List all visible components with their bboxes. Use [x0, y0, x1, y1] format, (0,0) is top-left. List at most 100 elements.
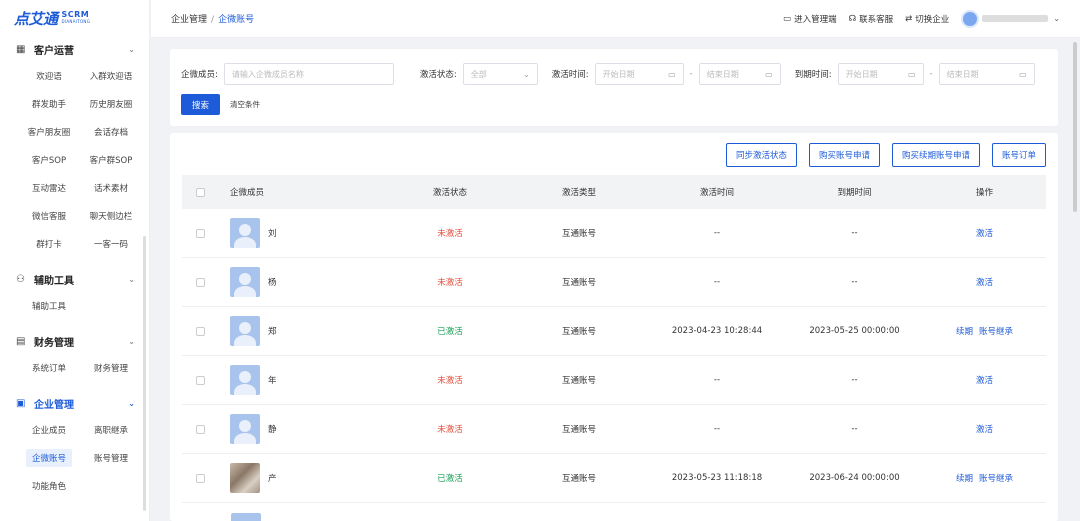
- col-activated: 激活时间: [699, 188, 734, 198]
- sidebar-item[interactable]: 企业成员: [18, 416, 80, 444]
- sidebar-item[interactable]: 辅助工具: [18, 292, 80, 320]
- username-redacted: [982, 15, 1049, 22]
- sidebar-item[interactable]: 账号管理: [80, 444, 142, 472]
- sidebar-item[interactable]: 企微账号: [18, 444, 80, 472]
- sidebar-item[interactable]: 互动雷达: [18, 174, 80, 202]
- status-badge: 未激活: [437, 229, 463, 239]
- user-menu[interactable]: ⌄: [961, 9, 1060, 28]
- activated-time: --: [713, 277, 721, 287]
- activated-time: --: [713, 228, 721, 238]
- activation-type: 互通账号: [561, 229, 596, 239]
- sidebar-item[interactable]: 历史朋友圈: [80, 90, 142, 118]
- activated-time: --: [713, 424, 721, 434]
- row-checkbox[interactable]: [195, 473, 205, 483]
- row-checkbox[interactable]: [195, 277, 205, 287]
- support-button[interactable]: ☊ 联系客服: [849, 13, 894, 25]
- breadcrumb-parent[interactable]: 企业管理: [171, 15, 207, 25]
- admin-entry-button[interactable]: ▭ 进入管理端: [783, 13, 837, 25]
- row-checkbox[interactable]: [195, 375, 205, 385]
- status-badge: 未激活: [437, 376, 463, 386]
- sidebar: 点艾通 SCRM DIANAITONG ▦ 客户运营 ⌄ 欢迎语 入群欢迎语 群发助手 历史…: [0, 0, 150, 521]
- row-action-link[interactable]: 激活: [976, 423, 993, 435]
- sidebar-item[interactable]: 聊天侧边栏: [80, 202, 142, 230]
- activate-end-date[interactable]: 结束日期 ▭: [698, 63, 781, 85]
- filter-panel: 企微成员: 请输入企微成员名称 激活状态: 全部 ⌄ 激活时间: 开始日期 ▭ …: [170, 49, 1058, 126]
- sidebar-group-3[interactable]: ▣ 企业管理 ⌄: [0, 390, 149, 416]
- member-name: 年: [268, 376, 277, 386]
- sidebar-item[interactable]: 功能角色: [18, 472, 80, 500]
- row-checkbox[interactable]: [195, 424, 205, 434]
- clear-filters-link[interactable]: 清空条件: [230, 99, 260, 110]
- grid-icon: ▦: [16, 43, 26, 55]
- row-checkbox[interactable]: [195, 326, 205, 336]
- logo: 点艾通 SCRM DIANAITONG: [0, 0, 149, 36]
- row-action-link[interactable]: 激活: [976, 227, 993, 239]
- breadcrumb: 企业管理 / 企微账号: [171, 15, 255, 25]
- member-name: 郑: [268, 327, 277, 337]
- sidebar-item[interactable]: 入群欢迎语: [80, 62, 142, 90]
- page-scrollbar[interactable]: [1073, 42, 1077, 212]
- ledger-icon: ▤: [16, 335, 26, 347]
- chevron-down-icon: ⌄: [1053, 14, 1060, 23]
- row-action-link[interactable]: 账号继承: [979, 325, 1013, 337]
- expire-time: --: [851, 277, 858, 287]
- buy-account-button[interactable]: 购买账号申请: [808, 143, 880, 167]
- expire-time: 2023-05-25 00:00:00: [809, 326, 900, 336]
- select-all-checkbox[interactable]: [195, 187, 205, 197]
- row-action-link[interactable]: 激活: [976, 374, 993, 386]
- account-orders-button[interactable]: 账号订单: [991, 143, 1046, 167]
- table-row: 产 已激活 互通账号 2023-05-23 11:18:18 2023-06-24 00…: [182, 454, 1046, 503]
- col-member: 企微成员: [230, 188, 265, 198]
- member-name: 杨: [268, 278, 277, 288]
- sidebar-group-title: 企业管理: [34, 399, 74, 411]
- sidebar-item[interactable]: 离职继承: [80, 416, 142, 444]
- sidebar-item[interactable]: 财务管理: [80, 354, 142, 382]
- sidebar-scrollbar[interactable]: [143, 236, 146, 511]
- expire-end-date[interactable]: 结束日期 ▭: [938, 63, 1035, 85]
- logo-scrm: SCRM: [61, 10, 90, 19]
- sidebar-group-1[interactable]: ⚇ 辅助工具 ⌄: [0, 266, 149, 292]
- row-action-link[interactable]: 账号继承: [979, 472, 1013, 484]
- sidebar-item[interactable]: 会话存档: [80, 118, 142, 146]
- sidebar-item[interactable]: 微信客服: [18, 202, 80, 230]
- switch-enterprise-button[interactable]: ⇄ 切换企业: [905, 13, 949, 25]
- activated-time: --: [713, 375, 721, 385]
- row-action-link[interactable]: 续期: [956, 325, 973, 337]
- sidebar-item[interactable]: 欢迎语: [18, 62, 80, 90]
- sidebar-group-0[interactable]: ▦ 客户运营 ⌄: [0, 36, 149, 62]
- row-checkbox[interactable]: [195, 228, 205, 238]
- search-button[interactable]: 搜索: [181, 94, 220, 115]
- activation-type: 互通账号: [561, 474, 596, 484]
- row-action-link[interactable]: 续期: [956, 472, 973, 484]
- chevron-down-icon: ⌄: [128, 398, 135, 408]
- sidebar-item[interactable]: 系统订单: [18, 354, 80, 382]
- sidebar-item[interactable]: 群发助手: [18, 90, 80, 118]
- sidebar-item[interactable]: 客户朋友圈: [18, 118, 80, 146]
- logo-tagline: DIANAITONG: [61, 19, 91, 24]
- sidebar-group-2[interactable]: ▤ 财务管理 ⌄: [0, 328, 149, 354]
- member-search-input[interactable]: 请输入企微成员名称: [223, 63, 394, 85]
- chevron-down-icon: ⌄: [128, 44, 135, 54]
- users-icon: ⚇: [16, 273, 25, 285]
- sidebar-item[interactable]: 群打卡: [18, 230, 80, 258]
- activation-type: 互通账号: [561, 376, 596, 386]
- activate-start-date[interactable]: 开始日期 ▭: [594, 63, 684, 85]
- expire-start-date[interactable]: 开始日期 ▭: [837, 63, 924, 85]
- row-action-link[interactable]: 激活: [976, 276, 993, 288]
- sidebar-item[interactable]: 客户SOP: [18, 146, 80, 174]
- expire-time: --: [851, 424, 858, 434]
- logo-mark: 点艾通: [14, 9, 58, 28]
- status-badge: 已激活: [437, 474, 463, 484]
- avatar: [230, 267, 260, 297]
- buy-renewal-button[interactable]: 购买续期账号申请: [891, 143, 980, 167]
- monitor-icon: ▭: [783, 13, 792, 24]
- sync-status-button[interactable]: 同步激活状态: [725, 143, 797, 167]
- sidebar-item[interactable]: 客户群SOP: [80, 146, 142, 174]
- table-header: 企微成员 激活状态 激活类型 激活时间 到期时间 操作: [182, 175, 1046, 209]
- expire-time: 2023-06-24 00:00:00: [809, 473, 900, 483]
- sidebar-item[interactable]: 话术素材: [80, 174, 142, 202]
- status-badge: 已激活: [437, 327, 463, 337]
- sidebar-item[interactable]: 一客一码: [80, 230, 142, 258]
- status-select[interactable]: 全部 ⌄: [462, 63, 538, 85]
- table-row: 年 未激活 互通账号 -- -- 激活: [182, 356, 1046, 405]
